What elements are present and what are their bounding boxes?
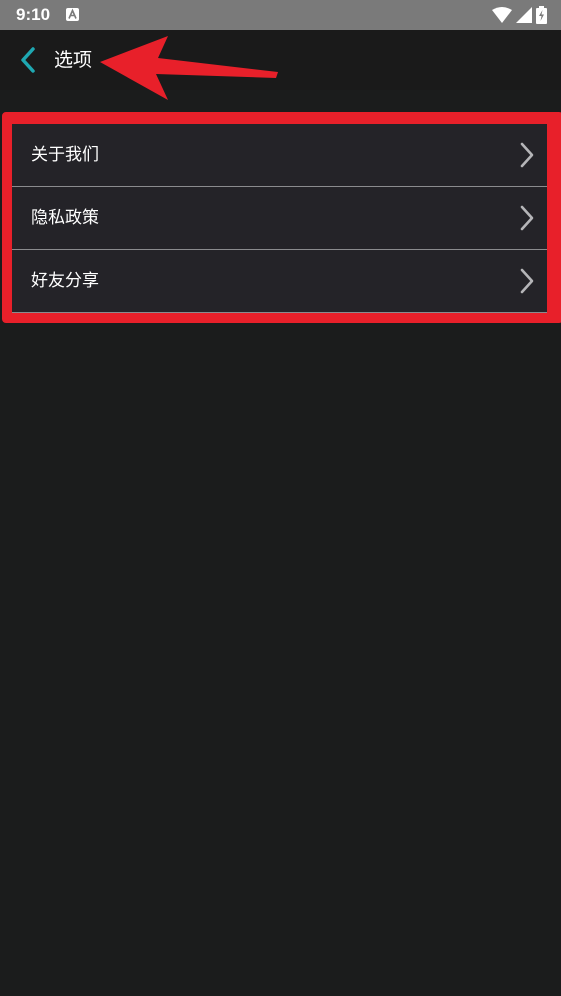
chevron-left-icon — [21, 47, 35, 73]
chevron-right-icon — [520, 268, 534, 294]
page-title: 选项 — [54, 49, 93, 71]
back-button[interactable] — [10, 42, 46, 78]
battery-charging-icon — [536, 6, 547, 24]
options-list: 关于我们 隐私政策 好友分享 — [12, 124, 547, 313]
list-item-privacy-policy[interactable]: 隐私政策 — [12, 187, 547, 250]
chevron-right-icon — [520, 142, 534, 168]
list-item-share-with-friends[interactable]: 好友分享 — [12, 250, 547, 313]
signal-icon — [516, 7, 532, 23]
annotation-arrow — [100, 36, 278, 100]
list-item-label: 好友分享 — [31, 271, 99, 291]
options-screen: 9:10 选项 关于我们 隐私政策 好友分享 — [0, 0, 561, 996]
status-icons — [492, 6, 547, 24]
status-bar: 9:10 — [0, 0, 561, 30]
wifi-icon — [492, 7, 512, 23]
list-item-about-us[interactable]: 关于我们 — [12, 124, 547, 187]
chevron-right-icon — [520, 205, 534, 231]
status-time: 9:10 — [16, 5, 51, 24]
list-item-label: 关于我们 — [31, 145, 99, 165]
a-notification-icon — [66, 8, 79, 21]
list-item-label: 隐私政策 — [31, 208, 99, 228]
